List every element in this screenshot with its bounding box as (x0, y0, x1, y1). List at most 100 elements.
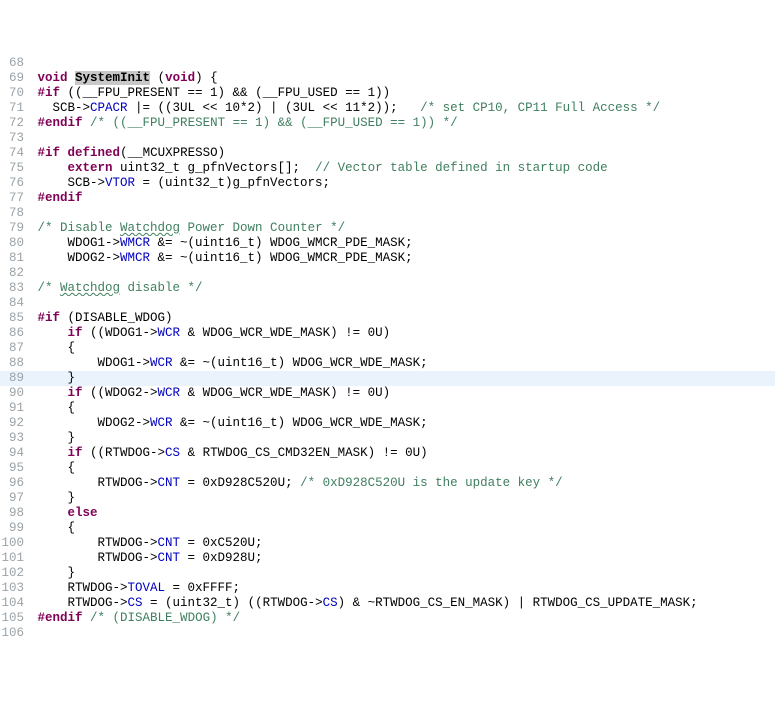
line-number: 83 (0, 281, 30, 296)
code-line[interactable]: 70 #if ((__FPU_PRESENT == 1) && (__FPU_U… (0, 86, 775, 101)
code-content[interactable]: #endif (30, 191, 775, 206)
code-content[interactable]: #if (DISABLE_WDOG) (30, 311, 775, 326)
token: if (68, 326, 83, 340)
code-content[interactable]: WDOG1->WMCR &= ~(uint16_t) WDOG_WMCR_PDE… (30, 236, 775, 251)
code-content[interactable]: } (30, 431, 775, 446)
code-line[interactable]: 80 WDOG1->WMCR &= ~(uint16_t) WDOG_WMCR_… (0, 236, 775, 251)
code-line[interactable]: 68 (0, 56, 775, 71)
code-line[interactable]: 99 { (0, 521, 775, 536)
code-line[interactable]: 104 RTWDOG->CS = (uint32_t) ((RTWDOG->CS… (0, 596, 775, 611)
code-line[interactable]: 81 WDOG2->WMCR &= ~(uint16_t) WDOG_WMCR_… (0, 251, 775, 266)
line-number: 88 (0, 356, 30, 371)
code-content[interactable]: RTWDOG->TOVAL = 0xFFFF; (30, 581, 775, 596)
code-line[interactable]: 106 (0, 626, 775, 641)
code-line[interactable]: 86 if ((WDOG1->WCR & WDOG_WCR_WDE_MASK) … (0, 326, 775, 341)
code-content[interactable]: extern uint32_t g_pfnVectors[]; // Vecto… (30, 161, 775, 176)
token (68, 71, 76, 85)
code-line[interactable]: 105 #endif /* (DISABLE_WDOG) */ (0, 611, 775, 626)
token: else (68, 506, 98, 520)
code-line[interactable]: 84 (0, 296, 775, 311)
code-content[interactable]: #if defined(__MCUXPRESSO) (30, 146, 775, 161)
code-content[interactable]: #endif /* (DISABLE_WDOG) */ (30, 611, 775, 626)
line-number: 84 (0, 296, 30, 311)
code-line[interactable]: 71 SCB->CPACR |= ((3UL << 10*2) | (3UL <… (0, 101, 775, 116)
code-line[interactable]: 89 } (0, 371, 775, 386)
code-line[interactable]: 93 } (0, 431, 775, 446)
code-content[interactable]: } (30, 566, 775, 581)
token: void (165, 71, 195, 85)
code-content[interactable]: else (30, 506, 775, 521)
code-line[interactable]: 78 (0, 206, 775, 221)
line-number: 87 (0, 341, 30, 356)
code-content[interactable]: { (30, 341, 775, 356)
code-content[interactable]: { (30, 461, 775, 476)
code-line[interactable]: 94 if ((RTWDOG->CS & RTWDOG_CS_CMD32EN_M… (0, 446, 775, 461)
token (83, 116, 91, 130)
code-line[interactable]: 101 RTWDOG->CNT = 0xD928U; (0, 551, 775, 566)
code-line[interactable]: 96 RTWDOG->CNT = 0xD928C520U; /* 0xD928C… (0, 476, 775, 491)
code-line[interactable]: 72 #endif /* ((__FPU_PRESENT == 1) && (_… (0, 116, 775, 131)
code-content[interactable]: /* Disable Watchdog Power Down Counter *… (30, 221, 775, 236)
code-line[interactable]: 75 extern uint32_t g_pfnVectors[]; // Ve… (0, 161, 775, 176)
code-content[interactable]: /* Watchdog disable */ (30, 281, 775, 296)
code-content[interactable]: { (30, 401, 775, 416)
code-content[interactable]: SCB->CPACR |= ((3UL << 10*2) | (3UL << 1… (30, 101, 775, 116)
code-content[interactable]: #endif /* ((__FPU_PRESENT == 1) && (__FP… (30, 116, 775, 131)
code-line[interactable]: 76 SCB->VTOR = (uint32_t)g_pfnVectors; (0, 176, 775, 191)
code-content[interactable]: } (30, 491, 775, 506)
line-number: 98 (0, 506, 30, 521)
token: & WDOG_WCR_WDE_MASK) != 0U) (180, 386, 390, 400)
token: if (68, 386, 83, 400)
code-line[interactable]: 77 #endif (0, 191, 775, 206)
line-number: 99 (0, 521, 30, 536)
token: ((WDOG2-> (83, 386, 158, 400)
code-content[interactable]: } (30, 371, 775, 386)
code-line[interactable]: 69 void SystemInit (void) { (0, 71, 775, 86)
code-line[interactable]: 82 (0, 266, 775, 281)
code-content[interactable]: SCB->VTOR = (uint32_t)g_pfnVectors; (30, 176, 775, 191)
code-line[interactable]: 98 else (0, 506, 775, 521)
code-content[interactable]: #if ((__FPU_PRESENT == 1) && (__FPU_USED… (30, 86, 775, 101)
code-line[interactable]: 92 WDOG2->WCR &= ~(uint16_t) WDOG_WCR_WD… (0, 416, 775, 431)
code-line[interactable]: 102 } (0, 566, 775, 581)
code-content[interactable]: if ((RTWDOG->CS & RTWDOG_CS_CMD32EN_MASK… (30, 446, 775, 461)
code-line[interactable]: 91 { (0, 401, 775, 416)
code-line[interactable]: 100 RTWDOG->CNT = 0xC520U; (0, 536, 775, 551)
token: Watchdog (120, 221, 180, 235)
code-content[interactable]: RTWDOG->CNT = 0xC520U; (30, 536, 775, 551)
line-number: 103 (0, 581, 30, 596)
code-line[interactable]: 103 RTWDOG->TOVAL = 0xFFFF; (0, 581, 775, 596)
code-line[interactable]: 87 { (0, 341, 775, 356)
token: { (30, 341, 75, 355)
token (30, 116, 38, 130)
code-content[interactable]: WDOG2->WMCR &= ~(uint16_t) WDOG_WMCR_PDE… (30, 251, 775, 266)
code-line[interactable]: 85 #if (DISABLE_WDOG) (0, 311, 775, 326)
code-line[interactable]: 79 /* Disable Watchdog Power Down Counte… (0, 221, 775, 236)
line-number: 76 (0, 176, 30, 191)
code-content[interactable]: RTWDOG->CNT = 0xD928C520U; /* 0xD928C520… (30, 476, 775, 491)
code-content[interactable]: RTWDOG->CNT = 0xD928U; (30, 551, 775, 566)
code-content[interactable]: WDOG1->WCR &= ~(uint16_t) WDOG_WCR_WDE_M… (30, 356, 775, 371)
code-line[interactable]: 73 (0, 131, 775, 146)
code-line[interactable]: 97 } (0, 491, 775, 506)
code-line[interactable]: 88 WDOG1->WCR &= ~(uint16_t) WDOG_WCR_WD… (0, 356, 775, 371)
token: defined (68, 146, 121, 160)
token: { (30, 461, 75, 475)
code-line[interactable]: 83 /* Watchdog disable */ (0, 281, 775, 296)
code-content[interactable]: if ((WDOG2->WCR & WDOG_WCR_WDE_MASK) != … (30, 386, 775, 401)
code-editor[interactable]: 6869 void SystemInit (void) {70 #if ((__… (0, 56, 775, 641)
code-content[interactable]: void SystemInit (void) { (30, 71, 775, 86)
code-line[interactable]: 90 if ((WDOG2->WCR & WDOG_WCR_WDE_MASK) … (0, 386, 775, 401)
code-content[interactable]: WDOG2->WCR &= ~(uint16_t) WDOG_WCR_WDE_M… (30, 416, 775, 431)
code-content[interactable]: RTWDOG->CS = (uint32_t) ((RTWDOG->CS) & … (30, 596, 775, 611)
code-line[interactable]: 74 #if defined(__MCUXPRESSO) (0, 146, 775, 161)
token: } (30, 371, 75, 385)
line-number: 91 (0, 401, 30, 416)
token: } (30, 566, 75, 580)
code-content[interactable]: { (30, 521, 775, 536)
token: WCR (158, 386, 181, 400)
token: ((WDOG1-> (83, 326, 158, 340)
code-content[interactable]: if ((WDOG1->WCR & WDOG_WCR_WDE_MASK) != … (30, 326, 775, 341)
line-number: 89 (0, 371, 30, 386)
code-line[interactable]: 95 { (0, 461, 775, 476)
